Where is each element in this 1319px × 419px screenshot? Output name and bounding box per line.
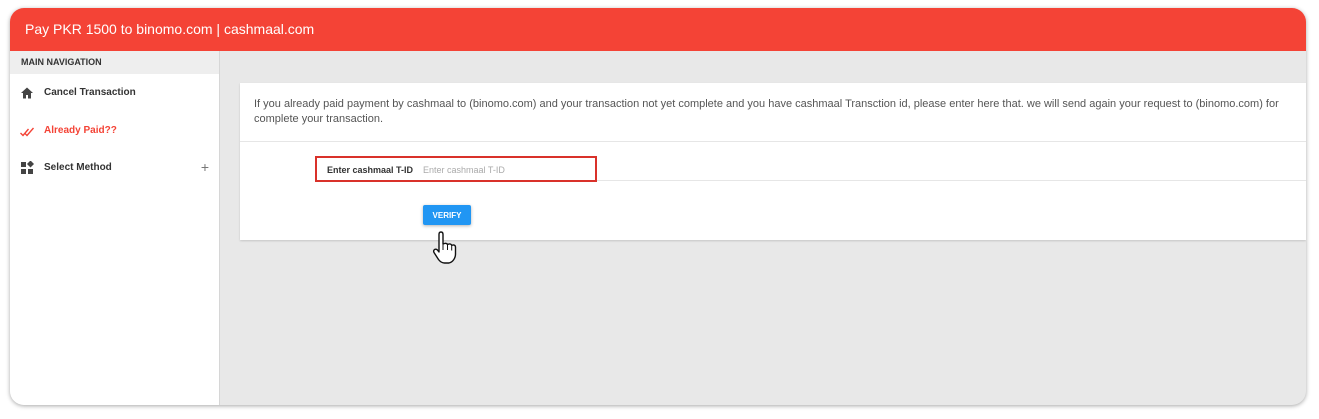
tid-input[interactable] bbox=[423, 162, 591, 178]
sidebar-heading: MAIN NAVIGATION bbox=[10, 51, 219, 74]
tid-field-group: Enter cashmaal T-ID bbox=[315, 156, 597, 182]
expand-plus-icon[interactable]: + bbox=[201, 159, 209, 175]
sidebar-item-label: Select Method bbox=[44, 162, 112, 173]
verify-button[interactable]: VERIFY bbox=[423, 205, 471, 225]
sidebar-item-select-method[interactable]: Select Method + bbox=[10, 153, 219, 183]
home-icon bbox=[20, 86, 34, 100]
hand-cursor-icon bbox=[432, 230, 462, 266]
sidebar-item-already-paid[interactable]: Already Paid?? bbox=[10, 116, 219, 146]
tid-label: Enter cashmaal T-ID bbox=[327, 165, 414, 175]
sidebar-item-label: Cancel Transaction bbox=[44, 87, 136, 98]
already-paid-card: If you already paid payment by cashmaal … bbox=[240, 83, 1306, 240]
grid-icon bbox=[20, 160, 35, 175]
sidebar: MAIN NAVIGATION Cancel Transaction Alrea… bbox=[10, 51, 220, 405]
browser-frame: Pay PKR 1500 to binomo.com | cashmaal.co… bbox=[10, 8, 1306, 405]
sidebar-item-label: Already Paid?? bbox=[44, 125, 117, 136]
divider bbox=[240, 141, 1306, 142]
page-title: Pay PKR 1500 to binomo.com | cashmaal.co… bbox=[25, 21, 315, 37]
info-text: If you already paid payment by cashmaal … bbox=[254, 98, 1279, 125]
sidebar-item-cancel-transaction[interactable]: Cancel Transaction bbox=[10, 78, 219, 108]
top-bar: Pay PKR 1500 to binomo.com | cashmaal.co… bbox=[10, 8, 1306, 51]
double-check-icon bbox=[20, 124, 35, 138]
input-underline bbox=[597, 180, 1306, 181]
